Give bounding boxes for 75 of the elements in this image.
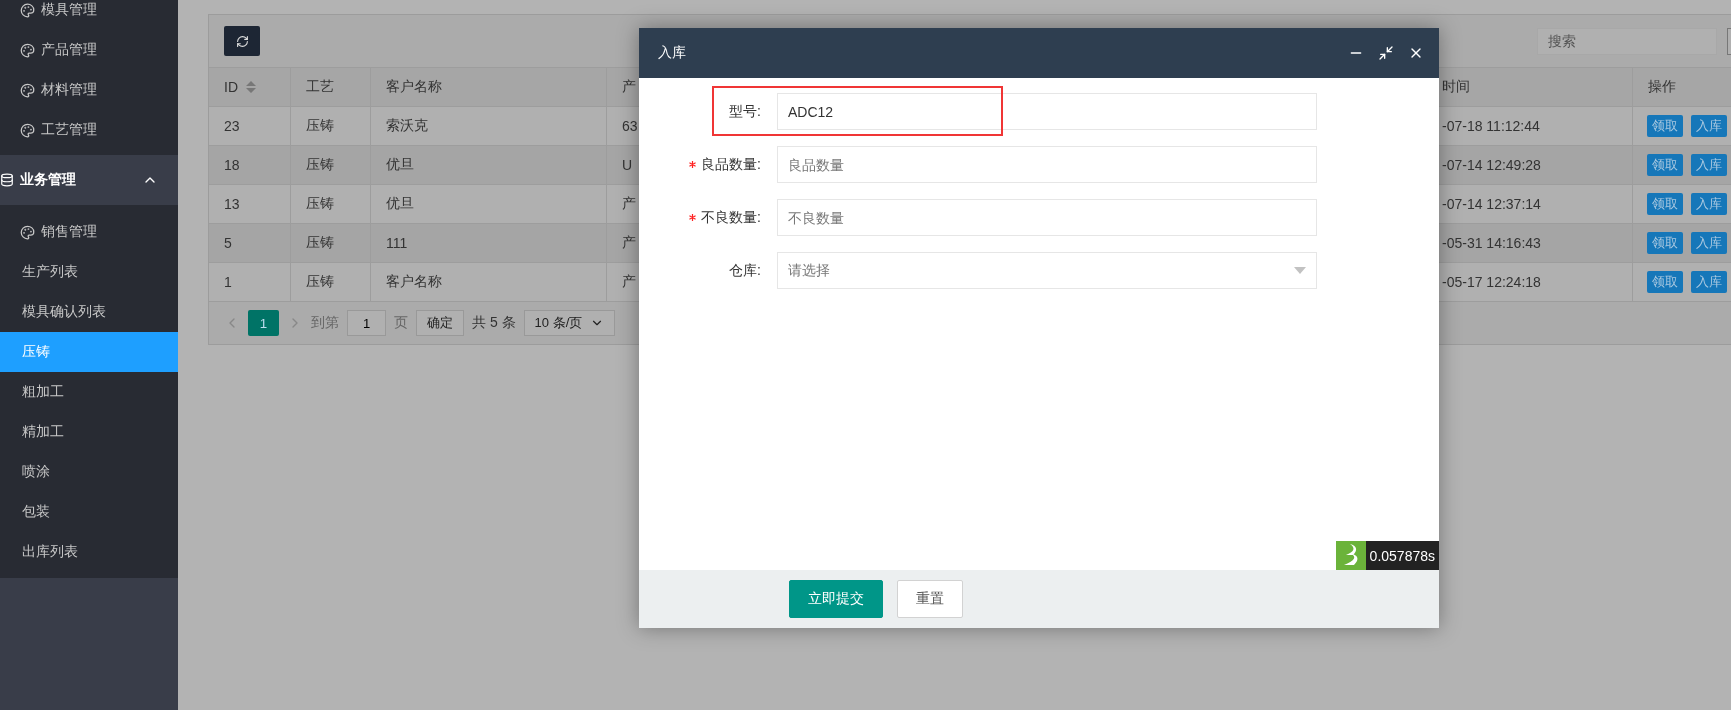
dialog-title: 入库 bbox=[658, 44, 686, 62]
column-header: 操作 bbox=[1648, 78, 1676, 96]
submit-button[interactable]: 立即提交 bbox=[789, 580, 883, 618]
table-cell: 优旦 bbox=[386, 195, 414, 213]
table-cell: 压铸 bbox=[306, 234, 334, 252]
palette-icon bbox=[20, 2, 35, 18]
field-label: 良品数量: bbox=[639, 155, 777, 174]
table-cell: 压铸 bbox=[306, 156, 334, 174]
table-cell: 产 bbox=[622, 234, 636, 252]
table-cell: 产 bbox=[622, 195, 636, 213]
sidebar-item[interactable]: 出库列表 bbox=[0, 532, 178, 572]
column-header: 工艺 bbox=[306, 78, 334, 96]
refresh-icon bbox=[235, 34, 249, 48]
database-icon bbox=[0, 173, 14, 187]
input-field[interactable]: 不良数量 bbox=[777, 199, 1317, 236]
palette-icon bbox=[20, 224, 35, 240]
table-cell: -07-14 12:49:28 bbox=[1442, 157, 1541, 173]
table-cell: U bbox=[622, 157, 633, 173]
palette-icon bbox=[20, 42, 35, 58]
page-input[interactable]: 1 bbox=[347, 310, 386, 336]
column-header: 时间 bbox=[1442, 78, 1470, 96]
sidebar-item[interactable]: 模具确认列表 bbox=[0, 292, 178, 332]
confirm-button[interactable]: 确定 bbox=[416, 310, 464, 336]
table-cell: 1 bbox=[224, 274, 232, 290]
reset-button[interactable]: 重置 bbox=[897, 580, 963, 618]
table-cell: -05-31 14:16:43 bbox=[1442, 235, 1541, 251]
table-cell: -05-17 12:24:18 bbox=[1442, 274, 1541, 290]
palette-icon bbox=[20, 122, 35, 138]
sidebar-item[interactable]: 材料管理 bbox=[0, 70, 178, 110]
table-cell: 压铸 bbox=[306, 117, 334, 135]
logo-icon bbox=[1335, 541, 1366, 570]
refresh-button[interactable] bbox=[224, 26, 260, 56]
table-cell: -07-14 12:37:14 bbox=[1442, 196, 1541, 212]
table-cell: 18 bbox=[224, 157, 240, 173]
restore-icon[interactable] bbox=[1378, 45, 1394, 61]
table-cell: 23 bbox=[224, 118, 240, 134]
table-cell: -07-18 11:12:44 bbox=[1442, 118, 1540, 134]
column-header[interactable]: ID bbox=[224, 79, 238, 95]
page-button[interactable]: 1 bbox=[248, 310, 279, 336]
table-cell: 优旦 bbox=[386, 156, 414, 174]
sidebar-item[interactable]: 精加工 bbox=[0, 412, 178, 452]
sidebar-item[interactable]: 包装 bbox=[0, 492, 178, 532]
sidebar-item[interactable]: 模具管理 bbox=[0, 0, 178, 30]
search-field[interactable]: 搜索 bbox=[1537, 27, 1717, 55]
column-header: 客户名称 bbox=[386, 78, 442, 96]
sidebar-item[interactable]: 生产列表 bbox=[0, 252, 178, 292]
field-label: 不良数量: bbox=[639, 208, 777, 227]
input-field[interactable]: ADC12 bbox=[777, 93, 1317, 130]
sidebar-item[interactable]: 工艺管理 bbox=[0, 110, 178, 150]
table-cell: 压铸 bbox=[306, 273, 334, 291]
sidebar-item[interactable]: 销售管理 bbox=[0, 212, 178, 252]
table-cell: 客户名称 bbox=[386, 273, 442, 291]
sort-icon bbox=[246, 81, 256, 93]
page-unit: 页 bbox=[394, 314, 408, 332]
total-count: 共 5 条 bbox=[472, 314, 516, 332]
field-label: 型号: bbox=[728, 102, 762, 121]
dropdown-icon bbox=[1294, 267, 1306, 274]
table-cell: 压铸 bbox=[306, 195, 334, 213]
input-field[interactable]: 良品数量 bbox=[777, 146, 1317, 183]
table-cell: 63 bbox=[622, 118, 638, 134]
sidebar-item[interactable]: 产品管理 bbox=[0, 30, 178, 70]
page-size-select[interactable]: 10 条/页 bbox=[523, 310, 616, 336]
field-label: 仓库: bbox=[728, 261, 762, 280]
table-cell: 5 bbox=[224, 235, 232, 251]
palette-icon bbox=[20, 82, 35, 98]
timer-label: 0.057878s bbox=[1365, 541, 1439, 570]
column-header: 产 bbox=[622, 78, 636, 96]
select-field[interactable]: 请选择 bbox=[777, 252, 1317, 289]
table-cell: 13 bbox=[224, 196, 240, 212]
table-cell: 产 bbox=[622, 273, 636, 291]
table-cell: 111 bbox=[386, 235, 408, 251]
table-cell: 索沃克 bbox=[386, 117, 428, 135]
goto-label: 到第 bbox=[311, 314, 339, 332]
sidebar-item[interactable]: 粗加工 bbox=[0, 372, 178, 412]
sidebar-item[interactable]: 喷涂 bbox=[0, 452, 178, 492]
